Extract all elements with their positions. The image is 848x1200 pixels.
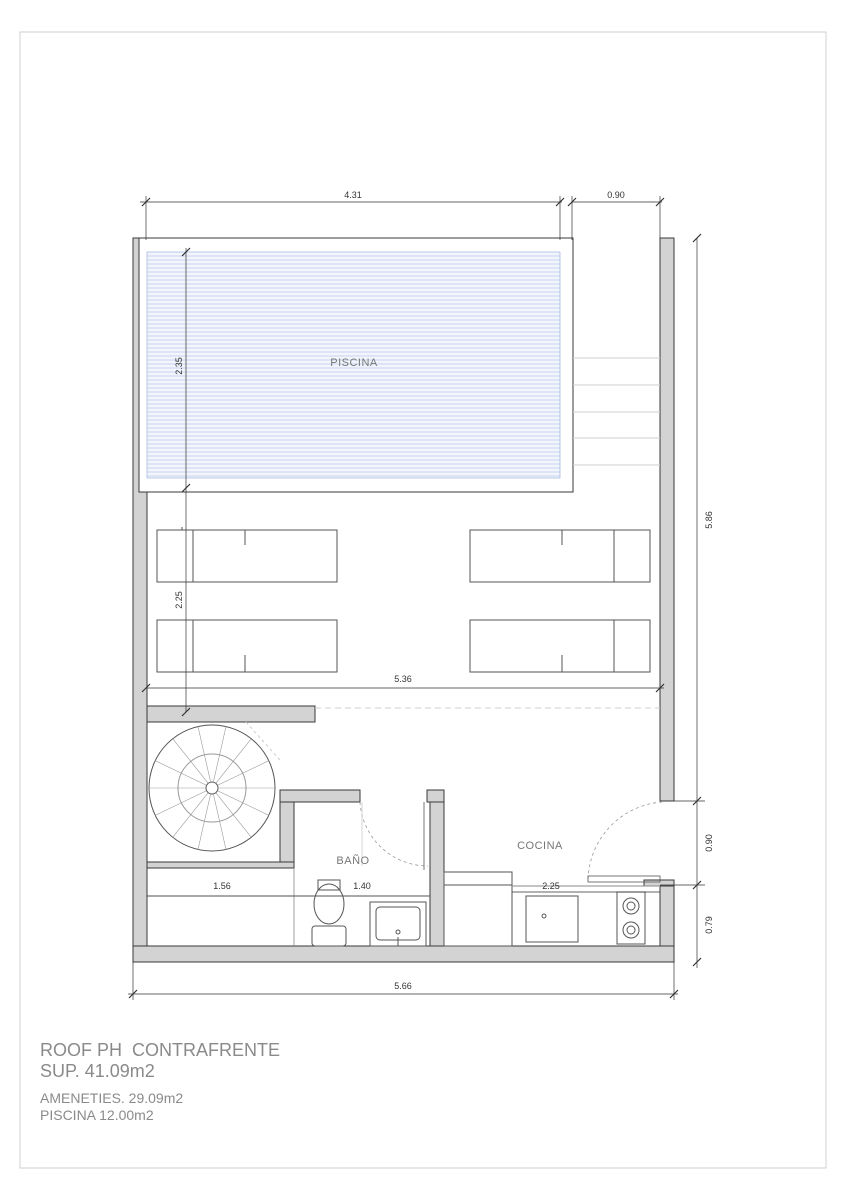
dim-kitchen-width: 2.25 [542, 881, 560, 891]
washbasin [369, 901, 427, 947]
sun-loungers [156, 527, 651, 673]
amenities-area: AMENETIES. 29.09m2 [40, 1090, 184, 1106]
wall-stair-ledge [279, 789, 361, 803]
plan-title: ROOF PH CONTRAFRENTE [40, 1040, 281, 1060]
wall-bath-jamb [426, 789, 445, 803]
cooktop [616, 891, 646, 945]
dim-storage-width: 1.56 [213, 881, 231, 891]
kitchen-sink [525, 895, 579, 943]
pool-area: PISCINA 12.00m2 [40, 1107, 154, 1123]
dim-bath-width: 1.40 [353, 881, 371, 891]
pool-steps [573, 357, 660, 466]
dim-deck-depth: 2.25 [174, 591, 184, 609]
wall-stair-top [146, 705, 316, 723]
dim-terrace-width: 5.36 [394, 674, 412, 684]
lounger-top-left [156, 527, 338, 583]
floor-plan: PISCINA BAÑO COCINA 4.31 0.90 2.35 2.25 … [19, 31, 827, 1169]
wall-storage-top [146, 861, 295, 869]
lounger-top-right [469, 529, 651, 583]
total-area: SUP. 41.09m2 [40, 1061, 155, 1081]
toilet [311, 879, 347, 947]
dim-pool-depth: 2.35 [174, 357, 184, 375]
room-label-pool: PISCINA [330, 357, 378, 369]
lounger-bottom-right [469, 619, 651, 673]
wall-bath-kitchen [429, 789, 445, 947]
dim-door-opening: 0.90 [704, 834, 714, 852]
room-label-kitchen: COCINA [517, 840, 563, 852]
dim-pool-width: 4.31 [344, 190, 362, 200]
spiral-staircase [148, 721, 281, 852]
dim-total-height: 5.86 [704, 511, 714, 529]
wall-bottom [132, 945, 675, 963]
dim-counter-depth: 0.79 [704, 916, 714, 934]
door-swings [359, 801, 663, 883]
fridge [443, 871, 513, 947]
storage-bench [147, 868, 295, 946]
dim-side-strip: 0.90 [607, 190, 625, 200]
lounger-bottom-left [156, 619, 338, 673]
wall-right-upper [659, 237, 675, 802]
dim-total-width: 5.66 [394, 981, 412, 991]
room-label-bath: BAÑO [336, 854, 369, 867]
title-block: ROOF PH CONTRAFRENTE SUP. 41.09m2 AMENET… [40, 1040, 280, 1124]
pool: PISCINA [138, 237, 574, 493]
